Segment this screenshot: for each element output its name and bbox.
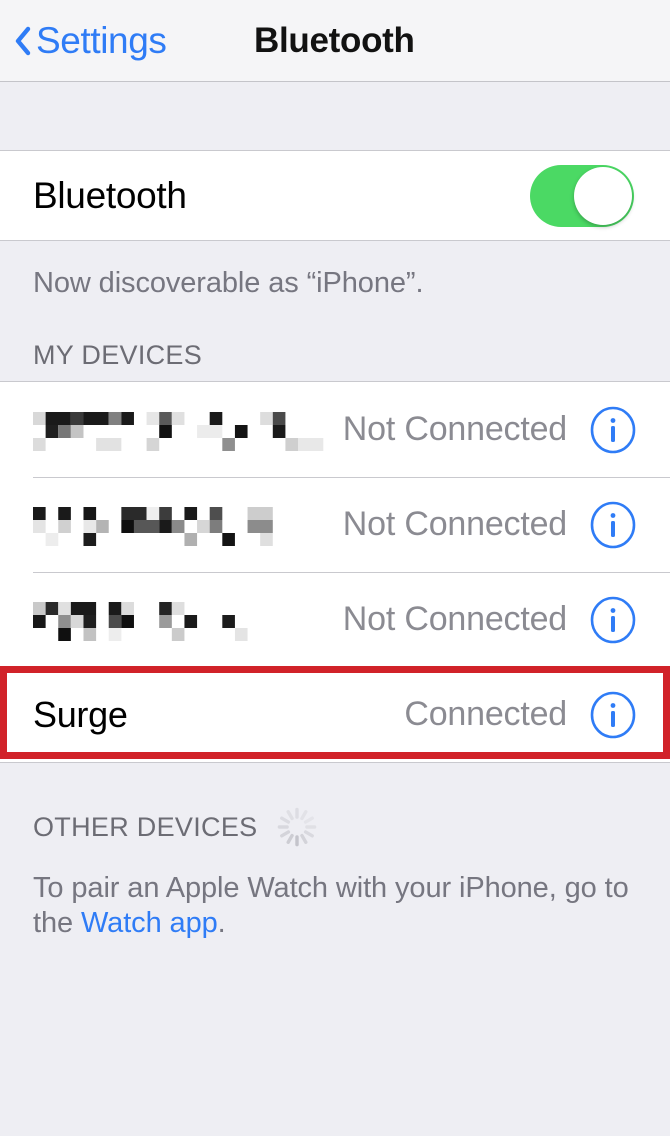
activity-spinner-icon <box>278 807 317 847</box>
nav-spacer <box>0 82 670 151</box>
device-row[interactable]: Not Connected <box>0 477 670 572</box>
info-circle-icon[interactable] <box>589 596 637 644</box>
section-header-label: MY DEVICES <box>33 340 203 370</box>
page-title: Bluetooth <box>254 20 415 60</box>
toggle-knob <box>574 166 632 225</box>
section-header-my-devices: MY DEVICES <box>0 300 670 381</box>
my-devices-list-wrapper: Not Connected Not Connected Not Connecte… <box>0 381 670 763</box>
device-status: Connected <box>404 695 567 733</box>
device-status: Not Connected <box>342 410 567 448</box>
navigation-bar: Settings Bluetooth <box>0 0 670 82</box>
info-circle-icon[interactable] <box>589 691 637 739</box>
discoverable-caption: Now discoverable as “iPhone”. <box>33 267 424 299</box>
device-status: Not Connected <box>342 600 567 638</box>
redacted-device-name <box>33 601 248 641</box>
device-row[interactable]: Not Connected <box>0 572 670 667</box>
info-circle-icon[interactable] <box>589 501 637 549</box>
redacted-device-name <box>33 506 273 546</box>
my-devices-list: Not Connected Not Connected Not Connecte… <box>0 381 670 763</box>
pair-watch-footer-note: To pair an Apple Watch with your iPhone,… <box>0 861 670 942</box>
redacted-device-name <box>33 411 324 451</box>
device-status: Not Connected <box>342 505 567 543</box>
device-row-surge[interactable]: Surge Connected <box>0 667 670 762</box>
section-header-label: OTHER DEVICES <box>33 811 258 842</box>
watch-app-link[interactable]: Watch app <box>81 907 218 939</box>
section-header-other-devices: OTHER DEVICES <box>0 763 670 861</box>
bluetooth-toggle-switch[interactable] <box>530 164 634 227</box>
bluetooth-toggle-row[interactable]: Bluetooth <box>0 151 670 241</box>
footer-text-after: . <box>217 907 226 940</box>
bluetooth-toggle-label: Bluetooth <box>33 174 187 216</box>
device-name: Surge <box>33 693 128 735</box>
back-button-label: Settings <box>36 20 167 61</box>
info-circle-icon[interactable] <box>589 406 637 454</box>
chevron-left-icon <box>15 26 31 55</box>
back-button-settings[interactable]: Settings <box>14 22 167 59</box>
device-row[interactable]: Not Connected <box>0 382 670 477</box>
